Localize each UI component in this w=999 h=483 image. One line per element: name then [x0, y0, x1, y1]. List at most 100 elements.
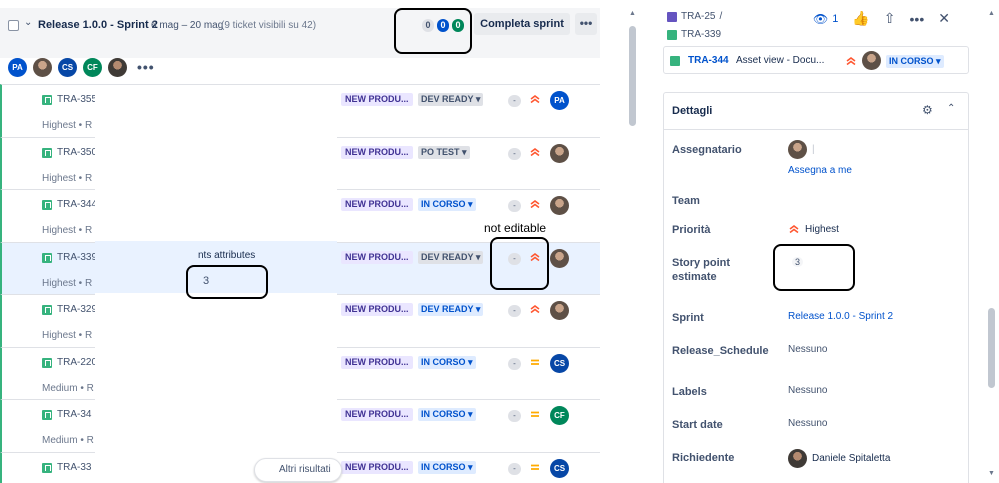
priority-medium-icon [531, 359, 539, 365]
avatar[interactable]: CF [550, 406, 569, 425]
sprint-header: ⌄ Release 1.0.0 - Sprint 2 6 mag – 20 ma… [0, 8, 600, 58]
issue-key[interactable]: TRA-339 [57, 252, 97, 263]
close-icon[interactable]: ✕ [938, 10, 950, 27]
issue-key[interactable]: TRA-350 [57, 147, 97, 158]
breadcrumb-current[interactable]: TRA-339 [681, 29, 721, 40]
sprint-more-button[interactable]: ••• [575, 13, 597, 35]
breadcrumb-separator: / [719, 11, 723, 22]
reporter-value[interactable]: Daniele Spitaletta [788, 449, 890, 468]
backlog-panel: ⌄ Release 1.0.0 - Sprint 2 6 mag – 20 ma… [0, 0, 612, 483]
reporter-label: Richiedente [672, 452, 735, 464]
issue-key[interactable]: TRA-344 [57, 199, 97, 210]
epic-badge[interactable]: NEW PRODU... [341, 250, 413, 264]
issue-key[interactable]: TRA-355 [57, 94, 97, 105]
scroll-up-arrow-icon[interactable]: ▲ [629, 10, 636, 17]
story-points-badge: - [508, 410, 521, 422]
thumbs-up-icon[interactable]: 👍 [852, 10, 869, 27]
epic-badge[interactable]: NEW PRODU... [341, 408, 413, 421]
avatar[interactable] [550, 196, 569, 215]
issue-key[interactable]: TRA-33 [57, 462, 91, 473]
sprint-label: Sprint [672, 312, 704, 324]
issue-detail-panel: TRA-25 / TRA-339 👁 1 👍 ⇧ ••• ✕ TRA-344 A… [645, 0, 999, 483]
scroll-up-arrow-icon[interactable]: ▲ [988, 10, 995, 17]
story-icon [670, 56, 680, 66]
priority-highest-icon [530, 147, 540, 156]
scroll-down-arrow-icon[interactable]: ▼ [988, 470, 995, 477]
avatar[interactable]: CS [550, 458, 569, 478]
priority-medium-icon [531, 411, 539, 417]
sprint-value[interactable]: Release 1.0.0 - Sprint 2 [788, 311, 893, 322]
avatar[interactable]: CS [550, 353, 569, 373]
status-dropdown[interactable]: IN CORSO ▾ [886, 55, 944, 68]
avatar[interactable] [862, 51, 881, 70]
story-points-badge: - [508, 95, 521, 107]
priority-text: Highest • R [42, 330, 93, 341]
start-date-value[interactable]: Nessuno [788, 418, 827, 429]
annotation-label: not editable [484, 221, 547, 235]
more-results-label: Altri risultati [279, 464, 331, 475]
status-dropdown[interactable]: DEV READY ▾ [418, 303, 484, 316]
priority-value[interactable]: Highest [788, 223, 839, 235]
status-dropdown[interactable]: IN CORSO ▾ [418, 198, 476, 211]
child-issue-card[interactable]: TRA-344 Asset view - Docu... IN CORSO ▾ [663, 46, 969, 74]
avatar[interactable] [550, 143, 569, 163]
more-avatars-button[interactable]: ••• [137, 60, 155, 74]
sprint-dates: 6 mag – 20 mag [151, 20, 224, 31]
avatar[interactable] [550, 248, 569, 268]
assign-to-me-link[interactable]: Assegna a me [788, 165, 852, 176]
status-dropdown[interactable]: DEV READY ▾ [418, 250, 484, 264]
status-dropdown[interactable]: IN CORSO ▾ [418, 460, 476, 474]
start-date-label: Start date [672, 419, 723, 431]
issue-summary[interactable]: nts attributes [198, 250, 255, 261]
story-points-badge: - [508, 462, 521, 475]
avatar-filter[interactable]: PA [8, 57, 27, 77]
epic-badge[interactable]: NEW PRODU... [341, 93, 413, 106]
story-point-label: Story point estimate [672, 257, 731, 283]
epic-badge[interactable]: NEW PRODU... [341, 460, 413, 474]
status-dropdown[interactable]: DEV READY ▾ [418, 93, 484, 106]
detail-scrollbar[interactable] [988, 308, 995, 388]
more-results-button[interactable]: Altri risultati [254, 458, 342, 482]
backlog-scrollbar[interactable] [629, 26, 636, 126]
share-icon[interactable]: ⇧ [884, 10, 896, 27]
status-dropdown[interactable]: IN CORSO ▾ [418, 355, 476, 369]
more-actions-icon[interactable]: ••• [910, 11, 925, 27]
story-points-badge: - [508, 147, 521, 160]
avatar-filter[interactable]: CS [58, 57, 77, 77]
issue-key[interactable]: TRA-34 [57, 409, 91, 420]
sprint-ticket-count: (9 ticket visibili su 42) [221, 20, 317, 31]
watch-count: 1 [832, 12, 839, 25]
complete-sprint-button[interactable]: Completa sprint [474, 13, 570, 35]
avatar[interactable] [550, 301, 569, 320]
epic-badge[interactable]: NEW PRODU... [341, 355, 413, 369]
child-issue-summary[interactable]: Asset view - Docu... [736, 55, 824, 66]
watch-eye-icon[interactable]: 👁 [813, 12, 828, 26]
sprint-checkbox[interactable] [8, 20, 19, 31]
epic-badge[interactable]: NEW PRODU... [341, 303, 413, 316]
priority-text: Highest • R [42, 277, 93, 289]
assignee-value[interactable]: | [788, 140, 815, 159]
priority-highest-icon [530, 95, 540, 104]
issue-key[interactable]: TRA-220 [57, 357, 97, 368]
avatar[interactable]: PA [550, 91, 569, 110]
chevron-down-icon[interactable]: ⌄ [24, 17, 34, 28]
release-schedule-value[interactable]: Nessuno [788, 344, 827, 355]
breadcrumb-parent[interactable]: TRA-25 [681, 11, 715, 22]
avatar-filter[interactable] [108, 57, 127, 77]
priority-highest-icon [846, 57, 856, 66]
issue-header-actions: 👁 1 👍 ⇧ ••• ✕ [813, 10, 950, 27]
issue-key[interactable]: TRA-329 [57, 304, 97, 315]
child-issue-key[interactable]: TRA-344 [688, 55, 729, 66]
details-title: Dettagli [672, 105, 713, 117]
avatar-filter[interactable]: CF [83, 57, 102, 77]
story-icon [42, 462, 52, 473]
avatar-filter[interactable] [33, 57, 52, 77]
epic-badge[interactable]: NEW PRODU... [341, 198, 413, 211]
gear-icon[interactable]: ⚙ [922, 103, 933, 117]
reporter-name: Daniele Spitaletta [812, 453, 891, 464]
labels-value[interactable]: Nessuno [788, 385, 827, 396]
epic-badge[interactable]: NEW PRODU... [341, 145, 413, 159]
status-dropdown[interactable]: PO TEST ▾ [418, 145, 470, 159]
chevron-up-icon[interactable]: ⌃ [947, 103, 955, 114]
status-dropdown[interactable]: IN CORSO ▾ [418, 408, 476, 421]
